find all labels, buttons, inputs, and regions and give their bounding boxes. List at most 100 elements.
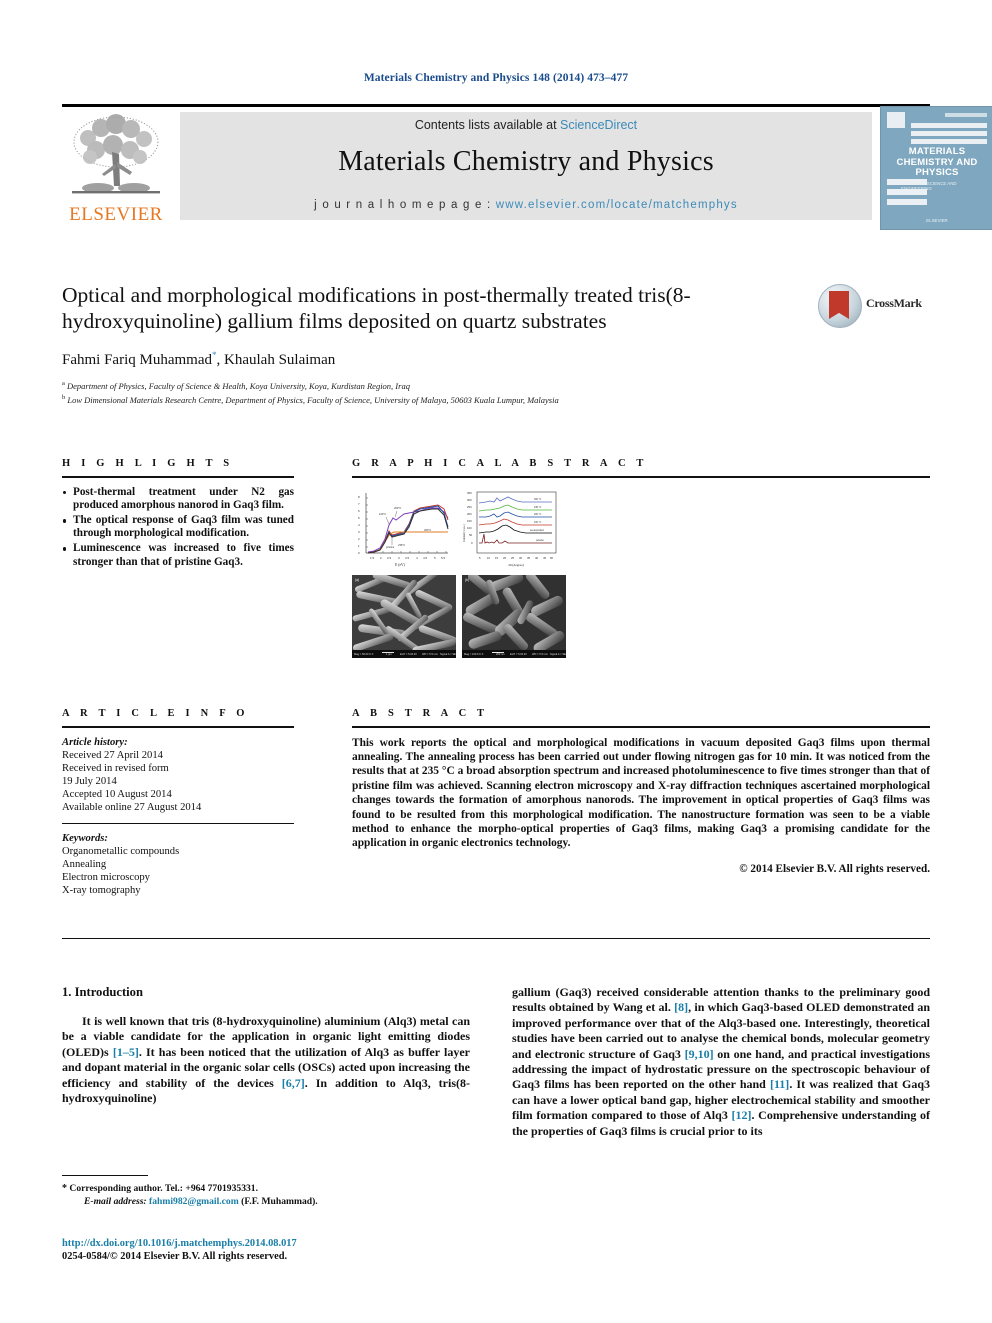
- graphical-abstract-sem-row: Mag = 50.00 K X1 µm EHT = 5.00 kV WD = 5.…: [352, 574, 930, 658]
- footnote-block: * Corresponding author. Tel.: +964 77019…: [62, 1175, 470, 1208]
- elsevier-logo: ELSEVIER: [62, 110, 170, 228]
- keyword-item: Electron microscopy: [62, 871, 150, 883]
- svg-text:20: 20: [503, 556, 507, 560]
- elsevier-tree-icon: [68, 112, 164, 202]
- issn-copyright: 0254-0584/© 2014 Elsevier B.V. All right…: [62, 1251, 288, 1262]
- keywords-label: Keywords:: [62, 832, 108, 844]
- abstract-rule: [352, 726, 930, 728]
- email-link[interactable]: fahmi982@gmail.com: [149, 1196, 239, 1207]
- svg-text:50: 50: [550, 556, 554, 560]
- svg-text:1.5: 1.5: [370, 556, 375, 560]
- citation-11[interactable]: [11]: [770, 1077, 789, 1091]
- introduction-heading: 1. Introduction: [62, 985, 143, 999]
- svg-text:5.5: 5.5: [441, 556, 446, 560]
- svg-text:EHT = 5.00 kV: EHT = 5.00 kV: [400, 652, 417, 656]
- svg-text:250: 250: [467, 505, 472, 509]
- history-item: Received 27 April 2014: [62, 749, 163, 761]
- cover-topright-line: [945, 113, 987, 117]
- svg-text:WD = 5.5 mm: WD = 5.5 mm: [422, 652, 438, 656]
- svg-text:35: 35: [527, 556, 531, 560]
- citation-8[interactable]: [8]: [674, 1000, 688, 1014]
- affiliation-a-marker: a: [62, 380, 65, 387]
- journal-homepage: j o u r n a l h o m e p a g e : www.else…: [180, 199, 872, 211]
- svg-text:powder: powder: [536, 539, 544, 542]
- highlights-section: H I G H L I G H T S Post-thermal treatme…: [62, 458, 294, 570]
- highlights-heading: H I G H L I G H T S: [62, 458, 234, 469]
- svg-text:Mag = 100.0 K X: Mag = 100.0 K X: [464, 652, 484, 656]
- history-item: Received in revised form: [62, 762, 169, 774]
- email-note: E-mail address: fahmi982@gmail.com (F.F.…: [62, 1196, 470, 1208]
- svg-text:Intensity (a.u.): Intensity (a.u.): [462, 524, 466, 542]
- svg-text:15: 15: [495, 556, 499, 560]
- history-item: 19 July 2014: [62, 775, 117, 787]
- author-primary: Fahmi Fariq Muhammad: [62, 352, 212, 368]
- crossmark-label: CrossMark: [866, 296, 922, 310]
- history-item: Accepted 10 August 2014: [62, 788, 172, 800]
- svg-text:200 °C: 200 °C: [534, 513, 542, 516]
- svg-text:2.5: 2.5: [387, 556, 392, 560]
- journal-cover-thumbnail: MATERIALS CHEMISTRY AND PHYSICS MATERIAL…: [880, 106, 992, 230]
- affiliation-b: b Low Dimensional Materials Research Cen…: [62, 392, 930, 406]
- svg-text:as-deposited: as-deposited: [530, 529, 544, 532]
- svg-text:4.5: 4.5: [423, 556, 428, 560]
- svg-text:(b): (b): [465, 578, 469, 582]
- graphical-abstract-heading: G R A P H I C A L A B S T R A C T: [352, 458, 648, 469]
- citation-12[interactable]: [12]: [732, 1108, 752, 1122]
- svg-text:45: 45: [543, 556, 547, 560]
- footnote-rule: [62, 1175, 148, 1177]
- email-suffix: (F.F. Muhammad).: [241, 1195, 318, 1207]
- svg-text:E (eV): E (eV): [395, 563, 405, 567]
- list-item: The optical response of Gaq3 film was tu…: [62, 514, 294, 541]
- svg-text:200: 200: [467, 512, 472, 516]
- citation-1-5[interactable]: [1–5]: [113, 1045, 139, 1059]
- svg-text:Signal A = SE2: Signal A = SE2: [440, 652, 456, 656]
- svg-text:235 °C: 235 °C: [534, 506, 542, 509]
- graphical-abstract-figures: 012 345 678 1.5 2 2.5 3 3.5 4 4.5 5 5.5 E (eV): [352, 486, 930, 658]
- page-title: Optical and morphological modifications …: [62, 283, 691, 333]
- svg-text:235°C: 235°C: [398, 543, 405, 547]
- cover-elsevier-mark: [887, 112, 905, 128]
- keyword-item: X-ray tomography: [62, 884, 141, 896]
- highlights-list: Post-thermal treatment under N2 gas prod…: [62, 486, 294, 570]
- corresponding-author-text: Corresponding author. Tel.: +964 7701935…: [69, 1183, 258, 1195]
- keywords-block: Keywords: Organometallic compounds Annea…: [62, 832, 294, 897]
- article-info-heading: A R T I C L E I N F O: [62, 708, 249, 719]
- history-item: Available online 27 August 2014: [62, 801, 202, 813]
- list-item: Luminescence was increased to five times…: [62, 542, 294, 569]
- svg-text:10: 10: [487, 556, 491, 560]
- svg-text:WD = 5.5 mm: WD = 5.5 mm: [532, 652, 548, 656]
- article-history: Article history: Received 27 April 2014 …: [62, 736, 294, 814]
- cover-title-line1: MATERIALS: [908, 146, 966, 157]
- doi-link[interactable]: http://dx.doi.org/10.1016/j.matchemphys.…: [62, 1238, 562, 1249]
- sem-micrograph-b: Mag = 100.0 K X 200 nm EHT = 5.00 kV WD = …: [462, 574, 566, 658]
- svg-text:300°C: 300°C: [424, 528, 431, 532]
- sciencedirect-link[interactable]: ScienceDirect: [560, 118, 637, 132]
- svg-text:pristine: pristine: [386, 545, 395, 549]
- homepage-link[interactable]: www.elsevier.com/locate/matchemphys: [496, 199, 738, 211]
- graphical-abstract-section: G R A P H I C A L A B S T R A C T 0 1 2 …: [352, 458, 930, 658]
- graphical-abstract-plot-row: 012 345 678 1.5 2 2.5 3 3.5 4 4.5 5 5.5 E (eV): [352, 486, 930, 572]
- article-info-separator: [62, 822, 294, 824]
- introduction-left-column: 1. Introduction It is well known that tr…: [62, 985, 470, 1106]
- svg-text:350: 350: [467, 491, 472, 495]
- svg-text:300: 300: [467, 498, 472, 502]
- keyword-item: Organometallic compounds: [62, 845, 180, 857]
- svg-text:Mag = 50.00 K X: Mag = 50.00 K X: [354, 652, 374, 656]
- svg-text:25: 25: [511, 556, 515, 560]
- cover-bar: [911, 139, 987, 144]
- corresponding-author-note: * Corresponding author. Tel.: +964 77019…: [62, 1183, 470, 1195]
- absorption-spectra-plot: 012 345 678 1.5 2 2.5 3 3.5 4 4.5 5 5.5 E (eV): [352, 486, 456, 572]
- title-block: Optical and morphological modifications …: [62, 282, 930, 406]
- cover-bar: [911, 123, 987, 128]
- citation-6-7[interactable]: [6,7]: [282, 1076, 305, 1090]
- affiliation-b-text: Low Dimensional Materials Research Centr…: [67, 394, 559, 405]
- cover-title-line3: PHYSICS: [915, 167, 959, 178]
- affiliations: a Department of Physics, Faculty of Scie…: [62, 378, 930, 406]
- graphical-abstract-rule: [352, 476, 930, 478]
- masthead-top-rule: [62, 104, 930, 107]
- svg-text:2θ (degree): 2θ (degree): [508, 563, 523, 567]
- citation-9-10[interactable]: [9,10]: [685, 1047, 714, 1061]
- crossmark-badge[interactable]: CrossMark: [818, 284, 930, 328]
- introduction-right-column: gallium (Gaq3) received considerable att…: [512, 985, 930, 1139]
- homepage-label: j o u r n a l h o m e p a g e :: [314, 199, 496, 211]
